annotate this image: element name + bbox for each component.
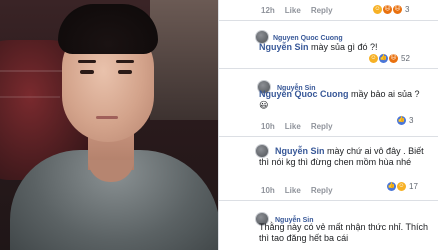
eye xyxy=(80,70,94,74)
comment-text: Nguyễn Sin mày chứ ai vô đây . Biết thì … xyxy=(259,146,424,167)
haha-reaction-icon: ☺ xyxy=(369,54,378,63)
timestamp: 10h xyxy=(261,122,275,131)
comment-text: Nguyễn Sin mày sủa gì đó ?! xyxy=(259,42,378,52)
like-link[interactable]: Like xyxy=(285,122,301,131)
seat-stitch xyxy=(0,70,70,72)
eyebrow xyxy=(116,60,134,63)
like-link[interactable]: Like xyxy=(285,6,301,15)
like-reaction-icon: 👍 xyxy=(387,182,396,191)
comment-actions: 10h Like Reply xyxy=(261,122,333,131)
angry-reaction-icon: ☹ xyxy=(383,5,392,14)
like-reaction-icon: 👍 xyxy=(397,116,406,125)
mouth xyxy=(96,116,118,119)
person-hair xyxy=(58,4,158,54)
window-background xyxy=(150,0,218,120)
timestamp: 12h xyxy=(261,6,275,15)
angry-reaction-icon: ☹ xyxy=(393,5,402,14)
reaction-summary[interactable]: ☺ 👍 ☹ 52 xyxy=(369,54,410,63)
reaction-count: 17 xyxy=(409,182,418,191)
reaction-summary[interactable]: 👍 3 xyxy=(397,116,413,125)
profile-photo xyxy=(0,0,218,250)
divider xyxy=(219,68,438,69)
reply-link[interactable]: Reply xyxy=(311,186,333,195)
reply-link[interactable]: Reply xyxy=(311,122,333,131)
mention-link[interactable]: Nguyễn Sin xyxy=(275,146,325,156)
timestamp: 10h xyxy=(261,186,275,195)
angry-reaction-icon: ☹ xyxy=(389,54,398,63)
like-reaction-icon: 👍 xyxy=(379,54,388,63)
comment-actions: 10h Like Reply xyxy=(261,186,333,195)
reaction-summary[interactable]: 👍 ☺ 17 xyxy=(387,182,418,191)
reaction-summary[interactable]: ☺ ☹ ☹ 3 xyxy=(373,5,409,14)
seat-stitch xyxy=(0,96,60,98)
mention-link[interactable]: Nguyen Quoc Cuong xyxy=(259,89,349,99)
like-link[interactable]: Like xyxy=(285,186,301,195)
haha-reaction-icon: ☺ xyxy=(397,182,406,191)
haha-reaction-icon: ☺ xyxy=(373,5,382,14)
eyebrow xyxy=(78,60,96,63)
reaction-count: 3 xyxy=(409,116,414,125)
comments-panel: 12h Like Reply ☺ ☹ ☹ 3 Nguyen Quoc Cuong… xyxy=(218,0,438,250)
reaction-count: 3 xyxy=(405,5,410,14)
reaction-count: 52 xyxy=(401,54,410,63)
mention-link[interactable]: Nguyễn Sin xyxy=(259,42,309,52)
reply-link[interactable]: Reply xyxy=(311,6,333,15)
top-action-bar: 12h Like Reply xyxy=(261,6,333,15)
eye xyxy=(118,70,132,74)
comment-text: Thằng này có vẻ mất nhận thức nhỉ. Thích… xyxy=(259,222,428,243)
divider xyxy=(219,20,438,21)
divider xyxy=(219,200,438,201)
divider xyxy=(219,136,438,137)
comment-text: Nguyen Quoc Cuong mầy bảo ai sủa ? 😃 xyxy=(259,89,420,110)
